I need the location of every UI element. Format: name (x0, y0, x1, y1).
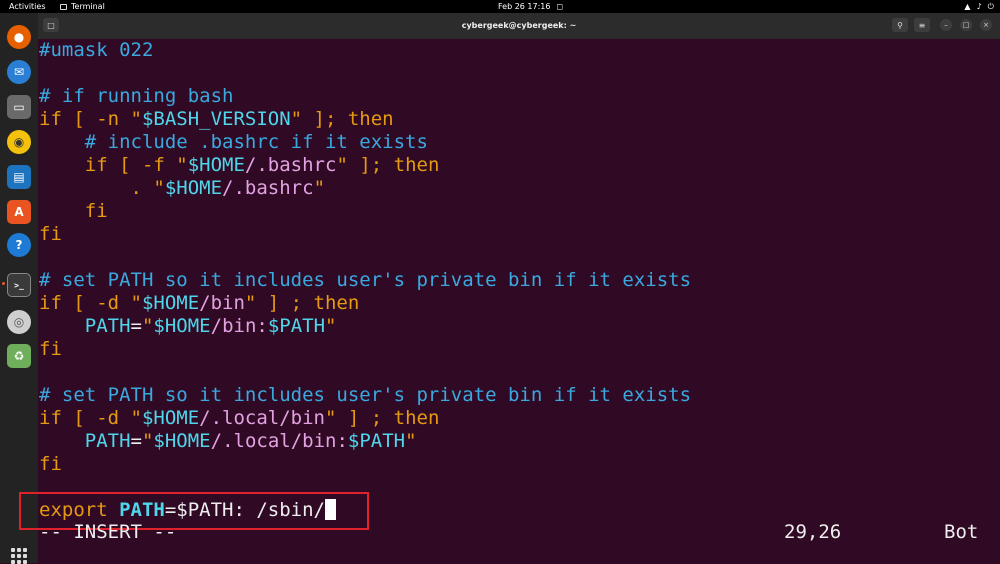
power-icon: ⏻ (987, 2, 994, 11)
code-line: PATH="$HOME/bin:$PATH" (39, 315, 337, 338)
code-token: fi (39, 223, 62, 245)
code-line: . "$HOME/.bashrc" (39, 177, 326, 200)
thunderbird-icon[interactable]: ✉ (7, 60, 31, 84)
code-line: fi (39, 200, 108, 223)
code-token: $HOME (187, 154, 245, 176)
code-line: #umask 022 (39, 39, 153, 62)
code-line: if [ -d "$HOME/.local/bin" ] ; then (39, 407, 439, 430)
code-token: " ] ; then (325, 407, 440, 429)
code-token: " ]; then (290, 108, 394, 130)
code-token: # if running bash (39, 85, 234, 107)
folder-icon[interactable]: ▭ (7, 95, 31, 119)
notification-bell-icon: ◻ (556, 2, 564, 11)
code-token: " (313, 177, 326, 199)
terminal-header: □ cybergeek@cybergeek: ~ ⚲ ≡ – □ × (38, 13, 1000, 39)
code-line: # if running bash (39, 85, 233, 108)
activities-button[interactable]: Activities (9, 0, 46, 13)
code-token: if [ -f " (39, 154, 188, 176)
code-line: fi (39, 453, 62, 476)
cursor-position: 29,26 (784, 521, 842, 543)
mode-indicator: -- INSERT -- (39, 521, 177, 543)
code-line: if [ -n "$BASH_VERSION" ]; then (39, 108, 394, 131)
trash-icon[interactable]: ♻ (7, 344, 31, 368)
code-token: " (141, 315, 154, 337)
code-token: if [ -n " (39, 108, 142, 130)
disc-icon[interactable]: ◎ (7, 310, 31, 334)
code-token: PATH (39, 430, 131, 452)
minimize-icon[interactable]: – (940, 19, 952, 31)
code-token: # set PATH so it includes user's private… (39, 384, 692, 406)
code-token: if [ -d " (39, 292, 142, 314)
code-token: #umask 022 (39, 39, 154, 61)
scroll-position: Bot (944, 521, 979, 543)
code-token: fi (39, 200, 108, 222)
code-token: $PATH (267, 315, 326, 337)
code-line: if [ -d "$HOME/bin" ] ; then (39, 292, 359, 315)
code-line: if [ -f "$HOME/.bashrc" ]; then (39, 154, 440, 177)
code-token: fi (39, 453, 62, 475)
code-token: $BASH_VERSION (141, 108, 291, 130)
code-token: if [ -d " (39, 407, 142, 429)
code-token: /.local/bin (199, 407, 325, 429)
terminal-app-icon (60, 3, 67, 10)
code-token: fi (39, 338, 62, 360)
code-token: " (405, 430, 417, 452)
code-token: . " (39, 177, 165, 199)
code-token: $HOME (153, 315, 211, 337)
code-token: # include .bashrc if it exists (39, 131, 428, 153)
code-token: = (130, 315, 142, 337)
code-token: /.local/bin: (210, 430, 348, 452)
code-token: " (325, 315, 337, 337)
code-token: $HOME (164, 177, 223, 199)
maximize-icon[interactable]: □ (960, 19, 972, 31)
firefox-icon[interactable]: ● (7, 25, 31, 49)
code-token: $HOME (141, 292, 200, 314)
code-token: " ] ; then (244, 292, 360, 314)
code-line: fi (39, 338, 62, 361)
speaker-icon[interactable]: ◉ (7, 130, 31, 154)
code-token: /.bashrc (222, 177, 314, 199)
system-tray[interactable]: ▲ ♪ ⏻ (964, 0, 994, 13)
network-icon: ▲ (964, 2, 971, 11)
code-token: /bin: (210, 315, 268, 337)
top-bar: Activities Terminal Feb 26 17:16 ◻ ▲ ♪ ⏻ (0, 0, 1000, 13)
vim-editor[interactable]: #umask 022 # if running bash if [ -n "$BAS… (39, 39, 1000, 563)
code-line: fi (39, 223, 62, 246)
document-icon[interactable]: ▤ (7, 165, 31, 189)
window-title: cybergeek@cybergeek: ~ (461, 21, 577, 30)
code-line: # set PATH so it includes user's private… (39, 269, 691, 292)
code-token: " ]; then (336, 154, 440, 176)
show-apps-icon[interactable] (11, 548, 27, 564)
code-token: " (141, 430, 154, 452)
store-icon[interactable]: A (7, 200, 31, 224)
code-token: $PATH (347, 430, 406, 452)
code-token: PATH (39, 315, 131, 337)
app-name: Terminal (71, 2, 105, 11)
code-token: # set PATH so it includes user's private… (39, 269, 692, 291)
code-token: /bin (199, 292, 245, 314)
close-icon[interactable]: × (980, 19, 992, 31)
help-icon[interactable]: ? (7, 233, 31, 257)
code-token: $HOME (141, 407, 200, 429)
search-icon[interactable]: ⚲ (892, 18, 908, 32)
dock: ● ✉ ▭ ◉ ▤ A ? >_ ◎ ♻ (0, 13, 38, 564)
terminal-icon[interactable]: >_ (7, 273, 31, 297)
clock[interactable]: Feb 26 17:16 ◻ (498, 0, 563, 13)
code-token: /.bashrc (244, 154, 337, 176)
code-line: PATH="$HOME/.local/bin:$PATH" (39, 430, 417, 453)
code-token: = (130, 430, 142, 452)
volume-icon: ♪ (976, 2, 982, 11)
datetime: Feb 26 17:16 (498, 2, 551, 11)
code-token: $HOME (153, 430, 211, 452)
code-line: # set PATH so it includes user's private… (39, 384, 691, 407)
menu-icon[interactable]: ≡ (914, 18, 930, 32)
code-line: # include .bashrc if it exists (39, 131, 428, 154)
running-indicator (2, 282, 5, 285)
app-menu[interactable]: Terminal (60, 0, 105, 13)
